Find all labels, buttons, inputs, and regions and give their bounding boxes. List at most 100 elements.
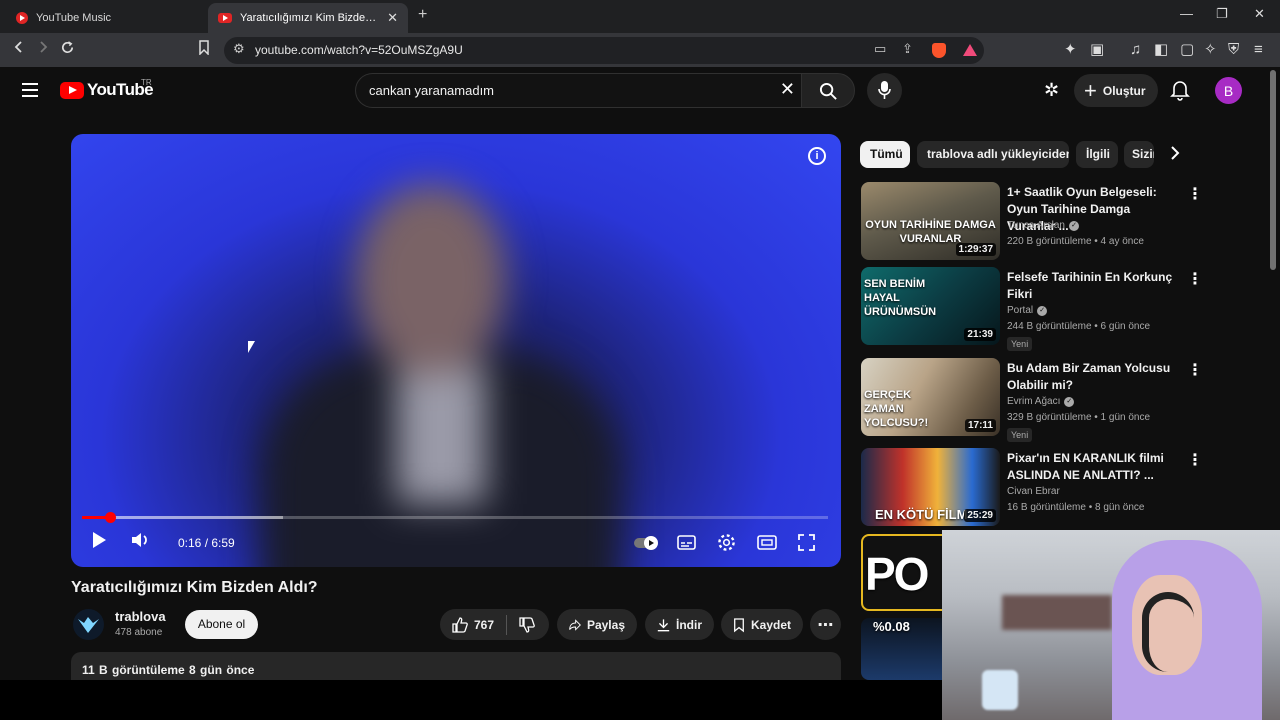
download-label: İndir: [676, 617, 702, 632]
recommendation-title[interactable]: Bu Adam Bir Zaman Yolcusu Olabilir mi?: [1007, 360, 1179, 394]
verified-icon: ✓: [1037, 305, 1048, 316]
info-icon[interactable]: i: [808, 147, 826, 165]
subscribe-button[interactable]: Abone ol: [185, 610, 258, 639]
recommendation-title[interactable]: Pixar'ın EN KARANLIK filmi ASLINDA NE AN…: [1007, 450, 1179, 484]
page-scrollbar[interactable]: [1270, 70, 1276, 270]
more-options-icon[interactable]: ⋮: [1187, 360, 1203, 380]
channel-avatar[interactable]: [73, 609, 104, 640]
search-box[interactable]: cankan yaranamadım ✕: [355, 73, 801, 108]
create-sparkle-icon[interactable]: ✲: [1044, 80, 1059, 101]
settings-gear-icon[interactable]: [717, 533, 736, 552]
video-thumbnail[interactable]: SEN BENİM HAYAL ÜRÜNÜMSÜN 21:39: [861, 267, 1000, 345]
voice-search-button[interactable]: [867, 73, 902, 108]
save-bookmark-icon: [734, 617, 744, 632]
wallet-icon[interactable]: ▢: [1180, 40, 1194, 60]
menu-icon[interactable]: ≡: [1254, 40, 1263, 60]
minimize-icon[interactable]: —: [1180, 6, 1193, 21]
save-button[interactable]: Kaydet: [721, 609, 803, 640]
account-avatar[interactable]: B: [1215, 77, 1242, 104]
create-label: Oluştur: [1102, 83, 1146, 98]
screenshot-icon[interactable]: ▣: [1090, 40, 1104, 60]
mouse-cursor: [248, 341, 255, 353]
leo-ai-icon[interactable]: ✧: [1204, 40, 1217, 60]
progress-bar[interactable]: [82, 512, 828, 523]
sidebar-icon[interactable]: ◧: [1154, 40, 1168, 60]
video-thumbnail[interactable]: GERÇEK ZAMAN YOLCUSU?! 17:11: [861, 358, 1000, 436]
chip-related[interactable]: İlgili: [1076, 141, 1118, 168]
search-button[interactable]: [801, 73, 855, 108]
more-options-icon[interactable]: ⋮: [1187, 184, 1203, 204]
like-icon[interactable]: [452, 616, 468, 633]
clear-search-icon[interactable]: ✕: [780, 79, 795, 100]
webcam-background-shelf: [1002, 595, 1112, 630]
more-options-icon[interactable]: ⋮: [1187, 450, 1203, 470]
recommendation-channel[interactable]: Evrim Ağacı ✓: [1007, 396, 1075, 407]
recommendation-channel[interactable]: Portal ✓: [1007, 305, 1048, 316]
recommendation-item[interactable]: EN KÖTÜ FİLM 25:29 Pixar'ın EN KARANLIK …: [860, 448, 1203, 528]
miniplayer-icon[interactable]: [757, 535, 777, 550]
autoplay-toggle[interactable]: [634, 536, 660, 555]
recommendation-meta: 220 B görüntüleme • 4 ay önce: [1007, 236, 1144, 247]
channel-name[interactable]: trablova: [115, 609, 166, 624]
browser-tabbar: YouTube Music Yaratıcılığımızı Kim Bizde…: [0, 0, 1280, 33]
webcam-headphones: [1142, 592, 1194, 672]
bookmark-icon[interactable]: [198, 40, 210, 61]
recommendation-item[interactable]: SEN BENİM HAYAL ÜRÜNÜMSÜN 21:39 Felsefe …: [860, 267, 1203, 351]
chip-from-uploader[interactable]: trablova adlı yükleyiciden: [917, 141, 1069, 168]
recommendation-meta: 329 B görüntüleme • 1 gün önce: [1007, 412, 1151, 423]
notifications-bell-icon[interactable]: [1170, 79, 1190, 101]
recommendation-channel[interactable]: Civan Ebrar: [1007, 486, 1060, 497]
guide-menu-icon[interactable]: [22, 83, 38, 97]
browser-tab-youtube-music[interactable]: YouTube Music: [6, 3, 206, 33]
cast-icon[interactable]: ▭: [874, 41, 886, 57]
back-icon[interactable]: [12, 40, 26, 60]
brave-shields-icon[interactable]: [932, 43, 946, 58]
chevron-right-icon[interactable]: [1170, 146, 1180, 160]
close-window-icon[interactable]: ✕: [1254, 6, 1265, 22]
video-thumbnail[interactable]: EN KÖTÜ FİLM 25:29: [861, 448, 1000, 526]
more-actions-icon[interactable]: ⋯: [810, 609, 841, 640]
subtitles-icon[interactable]: [677, 535, 696, 550]
recommendation-item[interactable]: GERÇEK ZAMAN YOLCUSU?! 17:11 Bu Adam Bir…: [860, 358, 1203, 442]
site-settings-icon[interactable]: ⚙: [233, 41, 245, 57]
forward-icon[interactable]: [36, 40, 50, 60]
video-player[interactable]: i 0:16 / 6:59: [71, 134, 841, 567]
like-count: 767: [474, 617, 495, 632]
youtube-logo[interactable]: YouTube: [60, 80, 154, 100]
volume-icon[interactable]: [131, 531, 151, 549]
chip-all[interactable]: Tümü: [860, 141, 910, 168]
dislike-icon[interactable]: [519, 616, 535, 633]
search-input[interactable]: cankan yaranamadım: [369, 83, 494, 98]
download-button[interactable]: İndir: [645, 609, 714, 640]
share-button[interactable]: Paylaş: [557, 609, 637, 640]
recommendation-item[interactable]: OYUN TARİHİNE DAMGA VURANLAR 1:29:37 1+ …: [860, 182, 1203, 262]
recommendation-channel[interactable]: Tunca Arslan ✓: [1007, 220, 1079, 231]
media-icon[interactable]: ♫: [1130, 40, 1141, 60]
brave-rewards-icon[interactable]: [963, 44, 977, 56]
microphone-icon: [878, 81, 891, 99]
maximize-icon[interactable]: ❐: [1216, 6, 1228, 22]
video-frame-speaker: [261, 174, 621, 567]
new-tab-icon[interactable]: +: [418, 6, 427, 24]
like-dislike-group: 767: [440, 609, 549, 640]
progress-scrubber[interactable]: [105, 512, 117, 523]
thumbnail-text: GERÇEK ZAMAN YOLCUSU?!: [864, 389, 929, 429]
create-button[interactable]: + Oluştur: [1074, 74, 1158, 107]
youtube-icon: [218, 13, 232, 23]
more-options-icon[interactable]: ⋮: [1187, 269, 1203, 289]
recommendation-meta: 244 B görüntüleme • 6 gün önce: [1007, 321, 1151, 332]
share-icon[interactable]: ⇪: [902, 41, 913, 57]
close-tab-icon[interactable]: ✕: [387, 10, 398, 26]
channel-name: Evrim Ağacı: [1007, 396, 1061, 407]
duration-badge: 17:11: [964, 419, 996, 432]
chip-for-you[interactable]: Sizin için: [1124, 141, 1154, 168]
recommendation-title[interactable]: Felsefe Tarihinin En Korkunç Fikri: [1007, 269, 1179, 303]
video-thumbnail[interactable]: OYUN TARİHİNE DAMGA VURANLAR 1:29:37: [861, 182, 1000, 260]
fullscreen-icon[interactable]: [798, 534, 815, 551]
address-bar[interactable]: ⚙ youtube.com/watch?v=52OuMSZgA9U ▭ ⇪: [224, 37, 984, 64]
play-icon[interactable]: [91, 531, 107, 549]
reload-icon[interactable]: [60, 40, 75, 61]
vpn-icon[interactable]: ⛨: [1228, 40, 1239, 60]
browser-tab-active[interactable]: Yaratıcılığımızı Kim Bizden Aldı? ✕: [208, 3, 408, 33]
extensions-icon[interactable]: ✦: [1064, 40, 1077, 60]
